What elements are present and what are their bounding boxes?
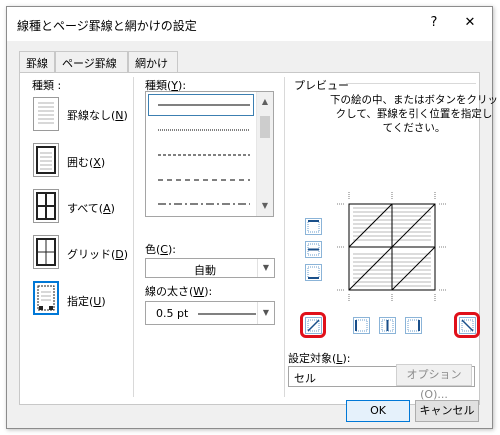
color-select-value: 自動 (194, 264, 216, 277)
setting-heading: 種類 : (32, 79, 62, 92)
apply-to-label: 設定対象(L): (288, 352, 351, 365)
highlight-diagonal-up (300, 312, 326, 338)
tab-borders[interactable]: 罫線 (19, 51, 55, 72)
tab-page-border[interactable]: ページ罫線 (55, 51, 128, 72)
box-setting-icon[interactable] (33, 143, 59, 177)
preview-rule (346, 83, 476, 84)
scroll-up-icon[interactable]: ▲ (257, 94, 273, 110)
cancel-button[interactable]: キャンセル (415, 400, 479, 422)
color-select[interactable]: 自動 ▼ (145, 258, 275, 278)
setting-none-label[interactable]: 罫線なし(N) (67, 107, 128, 123)
right-border-button[interactable] (405, 317, 422, 334)
help-button[interactable]: ? (423, 15, 445, 30)
dialog-window: 線種とページ罫線と網かけの設定 ? ✕ 罫線 ページ罫線 網かけ 種類 : 罫線… (6, 6, 498, 429)
options-button[interactable]: オプション(O)... (396, 364, 472, 401)
line-style-scrollbar[interactable]: ▲ ▼ (256, 92, 273, 216)
custom-setting-icon[interactable] (33, 281, 59, 315)
preview-heading: プレビュー (294, 79, 349, 92)
bottom-border-button[interactable] (305, 264, 322, 281)
inside-horizontal-border-button[interactable] (305, 241, 322, 258)
highlight-diagonal-down (454, 312, 480, 338)
scroll-thumb[interactable] (260, 116, 270, 138)
grid-setting-icon[interactable] (33, 235, 59, 269)
none-setting-icon[interactable] (33, 97, 59, 131)
left-border-button[interactable] (353, 317, 370, 334)
all-setting-icon[interactable] (33, 189, 59, 223)
preview-instruction: 下の絵の中、またはボタンをクリッ クして、罫線を引く位置を指定し てください。 (330, 94, 498, 134)
width-select[interactable]: 0.5 pt ▼ (145, 301, 275, 325)
setting-grid-label[interactable]: グリッド(D) (67, 246, 128, 262)
color-label: 色(C): (145, 243, 176, 256)
title-bar: 線種とページ罫線と網かけの設定 ? ✕ (7, 7, 492, 41)
dialog-title: 線種とページ罫線と網かけの設定 (17, 19, 197, 33)
dialog-body: 罫線 ページ罫線 網かけ 種類 : 罫線なし(N) 囲む(X) すべて(A) グ… (7, 41, 498, 428)
close-button[interactable]: ✕ (459, 15, 481, 30)
setting-custom-label[interactable]: 指定(U) (67, 293, 106, 309)
column-divider (133, 77, 134, 397)
scroll-down-icon[interactable]: ▼ (257, 198, 273, 214)
width-select-value: 0.5 pt (156, 307, 189, 320)
chevron-down-icon: ▼ (257, 259, 274, 277)
border-preview-diagram (337, 192, 447, 302)
borders-panel: 種類 : 罫線なし(N) 囲む(X) すべて(A) グリッド(D) 指定(U) … (19, 72, 498, 405)
apply-to-value: セル (294, 372, 316, 385)
width-label: 線の太さ(W): (145, 285, 213, 298)
line-style-list[interactable]: ▲ ▼ (145, 91, 274, 217)
chevron-down-icon: ▼ (257, 302, 274, 324)
setting-all-label[interactable]: すべて(A) (67, 200, 115, 216)
top-border-button[interactable] (305, 218, 322, 235)
tab-shading[interactable]: 網かけ (128, 51, 178, 72)
ok-button[interactable]: OK (346, 400, 410, 422)
inside-vertical-border-button[interactable] (379, 317, 396, 334)
column-divider (284, 77, 285, 397)
setting-box-label[interactable]: 囲む(X) (67, 154, 105, 170)
